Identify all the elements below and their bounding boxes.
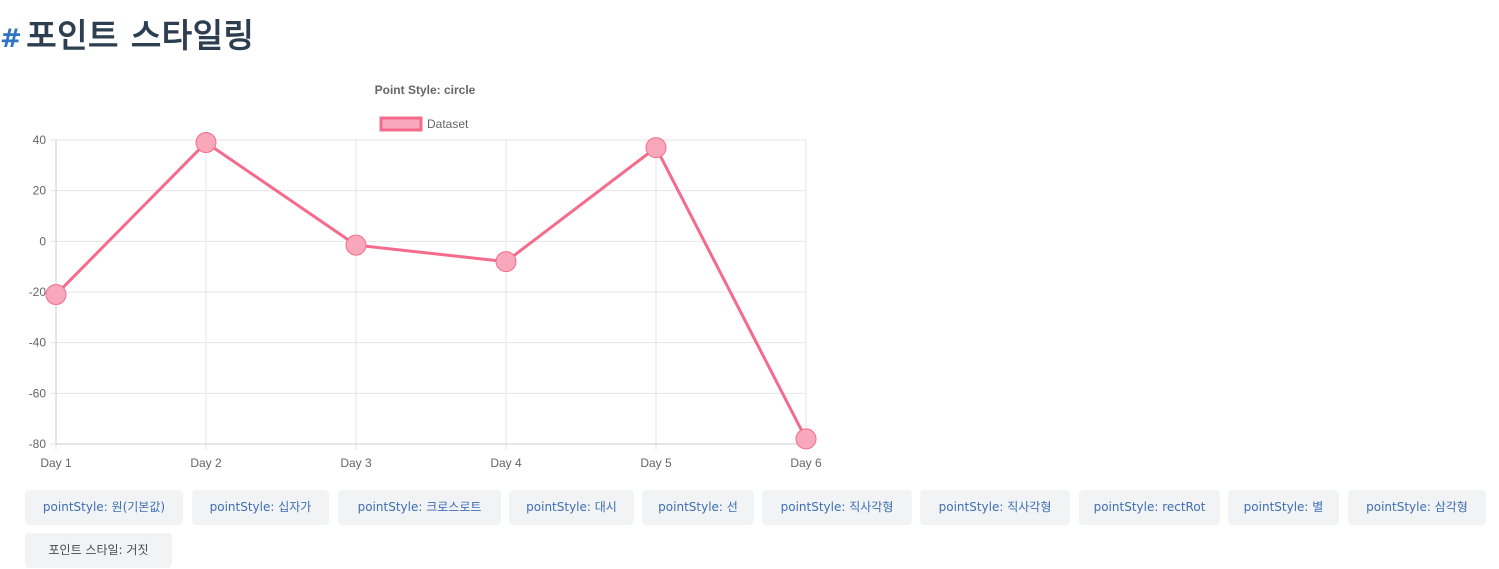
data-point	[795, 428, 817, 450]
point-style-cross-button[interactable]: pointStyle: 십자가	[192, 490, 329, 525]
point-style-line-button[interactable]: pointStyle: 선	[642, 490, 754, 525]
y-tick-label: -80	[29, 437, 47, 451]
series-points	[45, 132, 817, 450]
y-tick-label: 40	[33, 133, 47, 147]
data-point	[45, 284, 67, 306]
point-style-star-button[interactable]: pointStyle: 별	[1228, 490, 1339, 525]
heading-anchor[interactable]: #	[0, 24, 22, 54]
line-chart: Point Style: circle Dataset 40 20 0 -20 -40 -…	[0, 70, 840, 480]
x-tick-label: Day 2	[190, 456, 222, 470]
data-point	[495, 251, 517, 273]
point-style-rectrot-button[interactable]: pointStyle: rectRot	[1079, 490, 1220, 525]
y-tick-label: 0	[39, 234, 46, 248]
data-point	[645, 137, 667, 159]
point-style-triangle-button[interactable]: pointStyle: 삼각형	[1348, 490, 1486, 525]
page-title-text: 포인트 스타일링	[26, 16, 255, 55]
x-tick-label: Day 3	[340, 456, 372, 470]
y-tick-label: 20	[33, 184, 47, 198]
y-axis: 40 20 0 -20 -40 -60 -80	[29, 133, 47, 451]
legend-swatch	[379, 116, 423, 132]
chart-canvas: Point Style: circle Dataset 40 20 0 -20 -40 -…	[29, 83, 822, 470]
y-tick-label: -60	[29, 386, 47, 400]
chart-legend[interactable]: Dataset	[379, 116, 469, 132]
point-style-crossrot-button[interactable]: pointStyle: 크로스로트	[338, 490, 501, 525]
y-tick-label: -20	[29, 285, 47, 299]
series-line-path	[54, 141, 808, 440]
x-tick-label: Day 5	[640, 456, 672, 470]
x-tick-label: Day 4	[490, 456, 522, 470]
data-point	[195, 132, 217, 154]
series-line	[54, 141, 808, 440]
legend-label: Dataset	[427, 117, 469, 131]
data-point	[345, 234, 367, 256]
page-title: # 포인트 스타일링	[0, 12, 254, 63]
point-style-circle-button[interactable]: pointStyle: 원(기본값)	[25, 490, 183, 525]
x-tick-label: Day 6	[790, 456, 822, 470]
point-style-false-button[interactable]: 포인트 스타일: 거짓	[25, 533, 172, 568]
point-style-dash-button[interactable]: pointStyle: 대시	[509, 490, 634, 525]
chart-title: Point Style: circle	[375, 83, 476, 97]
x-axis: Day 1 Day 2 Day 3 Day 4 Day 5 Day 6	[40, 456, 822, 470]
x-tick-label: Day 1	[40, 456, 72, 470]
point-style-rect-button[interactable]: pointStyle: 직사각형	[762, 490, 912, 525]
y-tick-label: -40	[29, 336, 47, 350]
point-style-rectrounded-button[interactable]: pointStyle: 직사각형	[920, 490, 1070, 525]
